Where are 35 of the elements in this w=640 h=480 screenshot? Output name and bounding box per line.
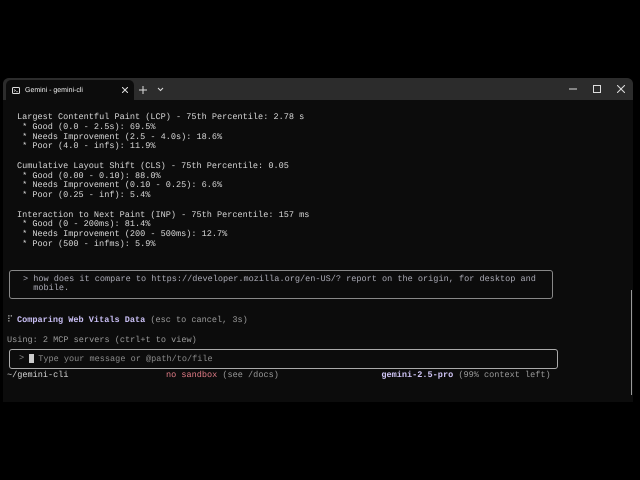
activity-title: Comparing Web Vitals Data [17, 316, 146, 326]
text-cursor [29, 354, 34, 364]
report-heading: Largest Contentful Paint (LCP) - 75th Percentile: 2.78 s [17, 113, 306, 122]
report-heading: Cumulative Layout Shift (CLS) - 75th Percentile: 0.05 [17, 162, 290, 172]
context-remaining: (99% context left) [457, 370, 551, 380]
plus-icon [139, 86, 147, 94]
report-line: * Poor (0.25 - inf): 5.4% [21, 191, 152, 201]
prompt-marker: > [23, 274, 30, 286]
model-name: gemini-2.5-pro [381, 370, 454, 380]
activity-hint: (esc to cancel, 3s) [149, 316, 248, 326]
sandbox-hint: (see /docs) [221, 370, 279, 380]
report-heading: Interaction to Next Paint (INP) - 75th Percentile: 157 ms [17, 210, 310, 220]
mcp-status: Using: 2 MCP servers (ctrl+t to view) [7, 336, 198, 346]
close-icon [122, 87, 128, 93]
prompt-marker: > [19, 354, 26, 364]
report-line: * Poor (4.0 - infs): 11.9% [21, 142, 156, 152]
working-directory: ~/gemini-cli [7, 370, 70, 381]
report-line: * Good (0 - 200ms): 81.4% [21, 220, 152, 230]
close-icon [617, 85, 625, 93]
chevron-down-icon [157, 87, 164, 92]
report-line: * Needs Improvement (0.10 - 0.25): 6.6% [21, 181, 224, 190]
message-input[interactable]: Type your message or @path/to/file [38, 354, 518, 364]
spinner-icon: ⠏ [7, 316, 17, 326]
terminal-icon [12, 86, 20, 94]
scrollbar[interactable] [630, 290, 632, 395]
report-line: * Good (0.00 - 0.10): 88.0% [21, 172, 162, 181]
message-field[interactable]: > Type your message or @path/to/file [9, 348, 558, 369]
sandbox-status: no sandbox [166, 370, 218, 380]
tab-close-button[interactable] [122, 87, 128, 93]
maximize-icon [593, 85, 601, 93]
report-line: * Needs Improvement (200 - 500ms): 12.7% [21, 230, 228, 240]
prompt-text: how does it compare to https://developer.mozilla.org/en-US/? report on the origin, for desktop and mobile. [33, 274, 537, 294]
report-line: * Good (0.0 - 2.5s): 69.5% [21, 122, 156, 132]
report-line: * Poor (500 - infms): 5.9% [21, 240, 156, 250]
report-line: * Needs Improvement (2.5 - 4.0s): 18.6% [21, 132, 224, 142]
